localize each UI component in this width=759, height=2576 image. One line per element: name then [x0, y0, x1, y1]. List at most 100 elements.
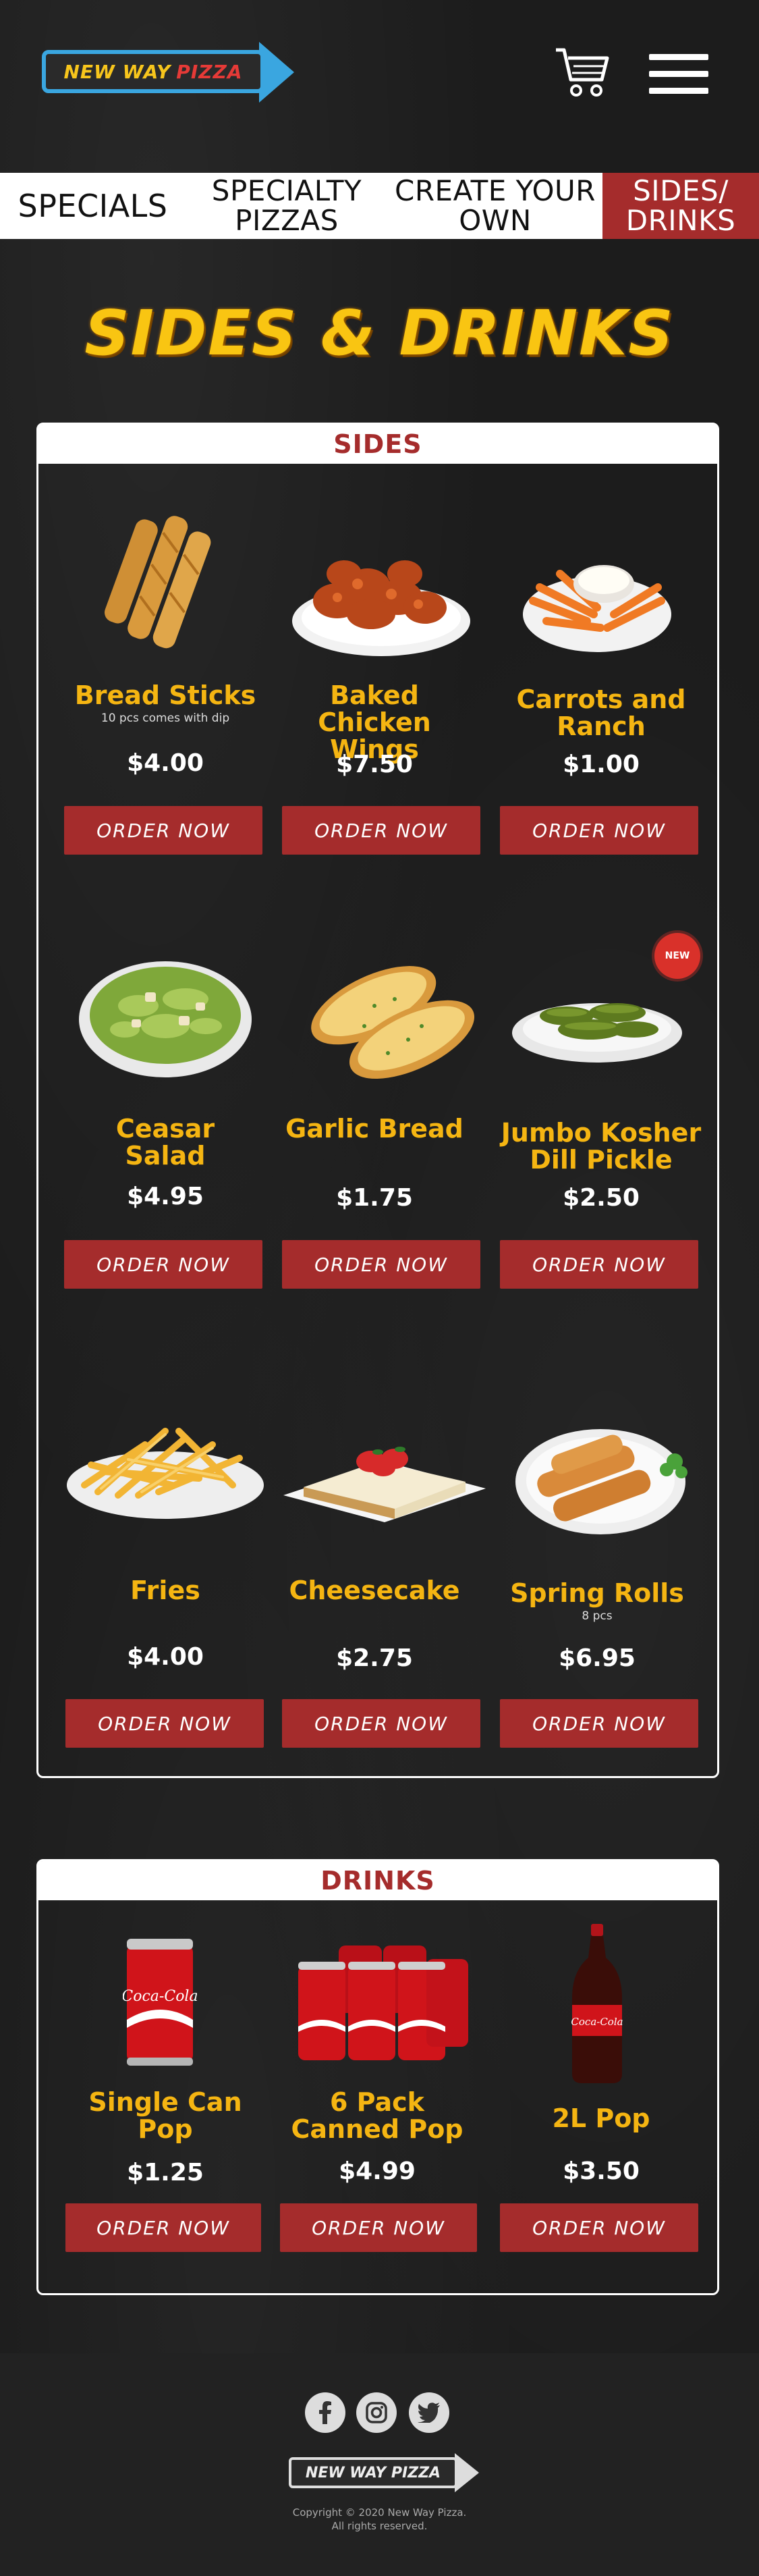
shopping-cart-icon[interactable]: [555, 46, 610, 99]
item-price: $1.75: [336, 1184, 413, 1212]
single-can-image: Coca-Cola: [123, 1939, 197, 2066]
item-price: $1.25: [127, 2159, 204, 2186]
item-name-line1: Fries: [130, 1576, 200, 1605]
item-name-line2: Dill Pickle: [530, 1145, 673, 1175]
carrots-ranch-image: [523, 565, 671, 652]
item-price: $4.00: [127, 1643, 204, 1671]
order-now-button[interactable]: ORDER NOW: [65, 1699, 264, 1748]
site-logo[interactable]: NEW WAY PIZZA: [42, 42, 298, 103]
item-name-line1: Ceasar: [115, 1114, 215, 1144]
svg-text:Coca-Cola: Coca-Cola: [123, 1988, 197, 2005]
side-item-fries: Fries: [61, 1577, 270, 1604]
nav-tab-specials[interactable]: SPECIALS: [0, 173, 186, 239]
side-item-carrots-ranch: Carrots and Ranch: [497, 686, 706, 740]
drink-item-2l-pop: 2L Pop: [497, 2105, 706, 2132]
svg-text:Coca-Cola: Coca-Cola: [571, 2016, 623, 2028]
item-name-line1: 2L Pop: [552, 2103, 650, 2133]
item-name-line1: Garlic Bread: [285, 1114, 463, 1144]
order-now-button[interactable]: ORDER NOW: [280, 2203, 477, 2252]
bread-sticks-image: [105, 516, 211, 649]
footer-logo-arrow-shape: [455, 2453, 479, 2492]
item-description: 10 pcs comes with dip: [101, 712, 230, 725]
item-price: $2.75: [336, 1644, 413, 1672]
item-name: 6 Pack Canned Pop: [273, 2089, 482, 2143]
item-price: $4.95: [127, 1183, 204, 1210]
copyright-line2: All rights reserved.: [331, 2520, 428, 2532]
order-now-button[interactable]: ORDER NOW: [500, 2203, 698, 2252]
footer-logo[interactable]: NEW WAY PIZZA: [289, 2453, 484, 2494]
instagram-icon[interactable]: [356, 2392, 397, 2433]
side-item-bread-sticks: Bread Sticks 10 pcs comes with dip: [61, 682, 270, 725]
order-now-button[interactable]: ORDER NOW: [500, 1240, 698, 1289]
item-description: 8 pcs: [582, 1609, 613, 1623]
twitter-icon[interactable]: [409, 2392, 449, 2433]
item-name: Carrots and Ranch: [497, 686, 706, 740]
nav-tab-label: SPECIALTY PIZZAS: [212, 176, 362, 236]
item-name-line2: Ranch: [557, 712, 646, 741]
item-name-line1: 6 Pack: [330, 2087, 424, 2117]
order-now-button[interactable]: ORDER NOW: [282, 1699, 480, 1748]
nav-tab-specialty-pizzas[interactable]: SPECIALTY PIZZAS: [186, 173, 388, 239]
side-item-caesar-salad: Ceasar Salad: [61, 1115, 270, 1169]
item-name-line1: Spring Rolls: [510, 1578, 684, 1608]
item-name: Garlic Bread: [270, 1115, 479, 1142]
dill-pickle-image: [512, 1003, 682, 1063]
drink-item-six-pack: 6 Pack Canned Pop: [273, 2089, 482, 2143]
item-name-line1: Cheesecake: [289, 1576, 460, 1605]
facebook-icon[interactable]: [305, 2392, 345, 2433]
nav-tab-sides-drinks[interactable]: SIDES/ DRINKS: [602, 173, 759, 239]
garlic-bread-image: [311, 966, 475, 1079]
footer-logo-text: NEW WAY PIZZA: [289, 2457, 457, 2488]
item-name-line2: Pop: [138, 2114, 193, 2144]
item-price: $4.00: [127, 749, 204, 777]
side-item-spring-rolls: Spring Rolls 8 pcs: [493, 1580, 702, 1623]
order-now-button[interactable]: ORDER NOW: [64, 1240, 262, 1289]
order-now-button[interactable]: ORDER NOW: [282, 806, 480, 855]
item-price: $1.00: [563, 751, 640, 778]
order-now-button[interactable]: ORDER NOW: [500, 806, 698, 855]
item-name: 2L Pop: [497, 2105, 706, 2132]
logo-word-new-way: NEW WAY: [63, 60, 171, 83]
site-footer: NEW WAY PIZZA Copyright © 2020 New Way P…: [0, 2353, 759, 2576]
nav-tab-label-line2: PIZZAS: [235, 204, 339, 237]
order-now-button[interactable]: ORDER NOW: [282, 1240, 480, 1289]
caesar-salad-image: [79, 961, 252, 1077]
item-name-line1: Carrots and: [516, 685, 686, 714]
item-name-line1: Baked: [330, 680, 419, 710]
side-item-cheesecake: Cheesecake: [270, 1577, 479, 1604]
hamburger-menu-icon[interactable]: [649, 54, 708, 95]
item-name: Fries: [61, 1577, 270, 1604]
spring-rolls-image: [515, 1429, 687, 1534]
copyright-line1: Copyright © 2020 New Way Pizza.: [292, 2506, 467, 2519]
nav-tab-label-line2: DRINKS: [625, 204, 736, 237]
order-now-button[interactable]: ORDER NOW: [500, 1699, 698, 1748]
drinks-heading: DRINKS: [38, 1861, 717, 1900]
item-price: $7.50: [336, 751, 413, 778]
logo-text: NEW WAY PIZZA: [42, 50, 264, 93]
item-price: $4.99: [339, 2157, 416, 2185]
nav-tab-label-line2: OWN: [459, 204, 532, 237]
drink-item-single-can: Single Can Pop: [61, 2089, 270, 2143]
order-now-button[interactable]: ORDER NOW: [64, 806, 262, 855]
item-name-line1: Jumbo Kosher: [501, 1118, 702, 1148]
category-nav: SPECIALS SPECIALTY PIZZAS CREATE YOUR OW…: [0, 173, 759, 239]
six-pack-image: [298, 1946, 468, 2060]
nav-tab-label: SPECIALS: [18, 188, 168, 224]
item-price: $2.50: [563, 1184, 640, 1212]
cheesecake-image: [283, 1447, 486, 1522]
new-badge: NEW: [654, 933, 700, 979]
item-name-line2: Salad: [125, 1141, 206, 1171]
item-name: Single Can Pop: [61, 2089, 270, 2143]
item-name-line2: Canned Pop: [291, 2114, 463, 2144]
logo-word-pizza: PIZZA: [176, 60, 243, 83]
copyright-text: Copyright © 2020 New Way Pizza. All righ…: [0, 2506, 759, 2533]
nav-tab-label-line1: SPECIALTY: [211, 174, 362, 207]
nav-tab-create-your-own[interactable]: CREATE YOUR OWN: [388, 173, 602, 239]
item-name: Spring Rolls: [493, 1580, 702, 1607]
nav-tab-label: CREATE YOUR OWN: [395, 176, 596, 236]
sides-heading: SIDES: [38, 425, 717, 464]
nav-tab-label-line1: SIDES/: [633, 174, 729, 207]
site-header: NEW WAY PIZZA: [0, 0, 759, 155]
order-now-button[interactable]: ORDER NOW: [65, 2203, 261, 2252]
nav-tab-label-line1: CREATE YOUR: [395, 174, 596, 207]
